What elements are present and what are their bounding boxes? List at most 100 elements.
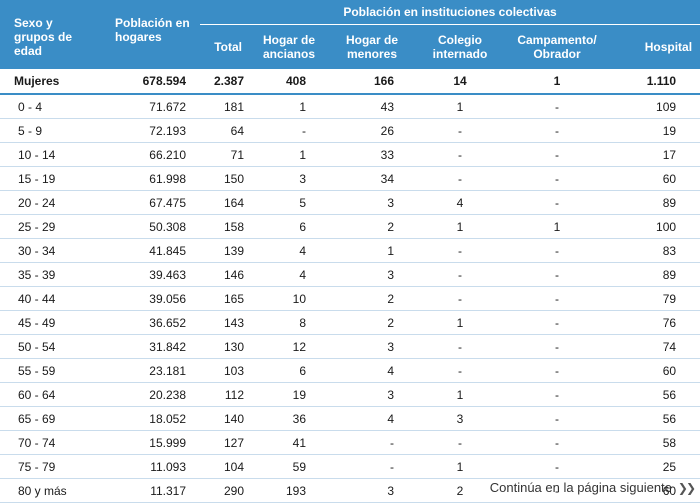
cell-total: 146 [200, 262, 250, 287]
cell-hogar-ancianos: 4 [250, 238, 328, 263]
cell-hospital: 17 [610, 142, 700, 167]
cell-total: 127 [200, 430, 250, 455]
cell-hospital: 100 [610, 214, 700, 239]
cell-total: 181 [200, 94, 250, 119]
cell-poblacion: 11.317 [97, 478, 200, 503]
table-row: 70 - 74 15.999 127 41- - -58 [0, 430, 700, 455]
cell-hospital: 79 [610, 286, 700, 311]
cell-poblacion: 67.475 [97, 190, 200, 215]
cell-hogar-menores: 1 [328, 238, 416, 263]
cell-hospital: 25 [610, 454, 700, 479]
cell-poblacion: 15.999 [97, 430, 200, 455]
cell-hogar-ancianos: 36 [250, 406, 328, 431]
cell-colegio-internado: - [416, 358, 504, 383]
table-row-total: Mujeres 678.594 2.387 408 166 14 1 1.110 [0, 69, 700, 95]
cell-hogar-ancianos: 408 [250, 69, 328, 95]
cell-hogar-menores: 166 [328, 69, 416, 95]
cell-hogar-ancianos: 6 [250, 214, 328, 239]
header-sexo-edad: Sexo y grupos de edad [0, 0, 97, 69]
cell-hospital: 89 [610, 262, 700, 287]
header-hospital: Hospital [610, 24, 700, 69]
cell-hogar-ancianos: 1 [250, 94, 328, 119]
cell-colegio-internado: - [416, 142, 504, 167]
row-label: 55 - 59 [0, 358, 97, 383]
cell-colegio-internado: 1 [416, 214, 504, 239]
row-label: 45 - 49 [0, 310, 97, 335]
table-row: 40 - 44 39.056 165 10 2- -79 [0, 286, 700, 311]
cell-campamento-obrador: 1 [504, 214, 610, 239]
cell-hospital: 83 [610, 238, 700, 263]
cell-total: 158 [200, 214, 250, 239]
header-poblacion-hogares: Población en hogares [97, 0, 200, 69]
cell-colegio-internado: - [416, 262, 504, 287]
cell-colegio-internado: 3 [416, 406, 504, 431]
cell-campamento-obrador: - [504, 430, 610, 455]
row-label: 15 - 19 [0, 166, 97, 191]
cell-campamento-obrador: - [504, 454, 610, 479]
cell-total: 290 [200, 478, 250, 503]
table-row: 5 - 9 72.193 64-26- -19 [0, 118, 700, 143]
cell-poblacion: 61.998 [97, 166, 200, 191]
population-table: Sexo y grupos de edad Población en hogar… [0, 0, 700, 503]
row-label: 60 - 64 [0, 382, 97, 407]
table-row: 60 - 64 20.238 112 19 3 1-56 [0, 382, 700, 407]
cell-poblacion: 31.842 [97, 334, 200, 359]
cell-colegio-internado: 4 [416, 190, 504, 215]
cell-hospital: 1.110 [610, 69, 700, 95]
cell-hogar-ancianos: - [250, 118, 328, 143]
cell-campamento-obrador: - [504, 286, 610, 311]
cell-campamento-obrador: - [504, 358, 610, 383]
table-row: 75 - 79 11.093 104 59-1-25 [0, 454, 700, 479]
row-label: 20 - 24 [0, 190, 97, 215]
cell-campamento-obrador: 1 [504, 69, 610, 95]
row-label: 80 y más [0, 478, 97, 503]
row-label: 70 - 74 [0, 430, 97, 455]
cell-colegio-internado: - [416, 286, 504, 311]
cell-hospital: 89 [610, 190, 700, 215]
cell-hogar-menores: 33 [328, 142, 416, 167]
cell-poblacion: 39.056 [97, 286, 200, 311]
cell-hospital: 60 [610, 358, 700, 383]
cell-hogar-menores: 2 [328, 310, 416, 335]
cell-total: 140 [200, 406, 250, 431]
cell-campamento-obrador: - [504, 166, 610, 191]
cell-total: 165 [200, 286, 250, 311]
table-row: 35 - 39 39.463 146 4 3- -89 [0, 262, 700, 287]
cell-campamento-obrador: - [504, 334, 610, 359]
cell-poblacion: 36.652 [97, 310, 200, 335]
table-row: 0 - 4 71.672 181 1 43 1-109 [0, 94, 700, 119]
cell-hogar-menores: 2 [328, 214, 416, 239]
cell-total: 64 [200, 118, 250, 143]
cell-hospital: 76 [610, 310, 700, 335]
row-label: 30 - 34 [0, 238, 97, 263]
cell-hospital: 56 [610, 406, 700, 431]
cell-hogar-ancianos: 6 [250, 358, 328, 383]
cell-colegio-internado: 1 [416, 382, 504, 407]
row-label: 5 - 9 [0, 118, 97, 143]
row-label: 35 - 39 [0, 262, 97, 287]
cell-hogar-ancianos: 4 [250, 262, 328, 287]
cell-hogar-ancianos: 3 [250, 166, 328, 191]
cell-hospital: 109 [610, 94, 700, 119]
cell-campamento-obrador: - [504, 382, 610, 407]
cell-poblacion: 39.463 [97, 262, 200, 287]
header-hogar-menores: Hogar de menores [328, 24, 416, 69]
cell-hogar-ancianos: 59 [250, 454, 328, 479]
table-row: 45 - 49 36.652 143 8 2 1-76 [0, 310, 700, 335]
row-label: 0 - 4 [0, 94, 97, 119]
cell-hogar-ancianos: 5 [250, 190, 328, 215]
table-body: Mujeres 678.594 2.387 408 166 14 1 1.110 0 - 4 71… [0, 69, 700, 503]
continuation-text: Continúa en la página siguiente [489, 480, 672, 495]
cell-hogar-ancianos: 193 [250, 478, 328, 503]
cell-hogar-ancianos: 41 [250, 430, 328, 455]
row-label: 65 - 69 [0, 406, 97, 431]
cell-colegio-internado: 1 [416, 454, 504, 479]
cell-hospital: 56 [610, 382, 700, 407]
cell-hogar-menores: 34 [328, 166, 416, 191]
cell-hospital: 74 [610, 334, 700, 359]
header-campamento-obrador: Campamento/ Obrador [504, 24, 610, 69]
cell-colegio-internado: 14 [416, 69, 504, 95]
cell-colegio-internado: - [416, 430, 504, 455]
cell-hogar-menores: 3 [328, 478, 416, 503]
cell-hogar-ancianos: 10 [250, 286, 328, 311]
